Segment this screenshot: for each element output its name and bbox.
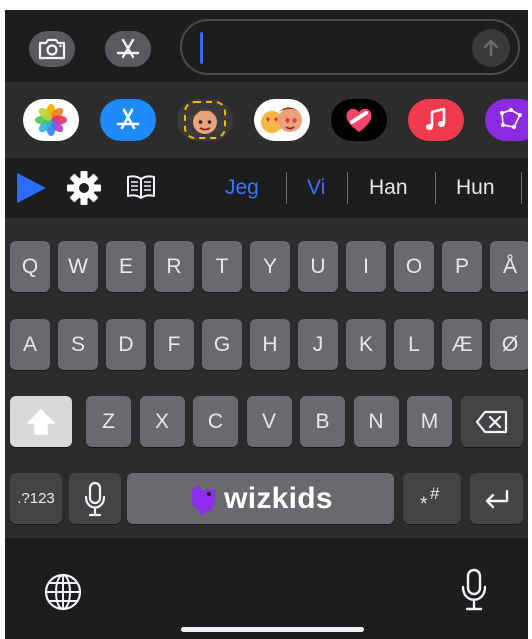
- key-æ[interactable]: Æ: [442, 319, 482, 370]
- key-c[interactable]: C: [193, 396, 238, 447]
- arrow-up-icon: [483, 39, 499, 57]
- key-x[interactable]: X: [139, 396, 185, 447]
- suggestion-hun[interactable]: Hun: [456, 176, 495, 200]
- key-k[interactable]: K: [346, 319, 386, 370]
- key-r[interactable]: R: [154, 241, 194, 292]
- key-s[interactable]: S: [58, 319, 98, 370]
- suggestion-vi[interactable]: Vi: [307, 176, 325, 200]
- key-p[interactable]: P: [442, 241, 482, 292]
- keyboard-toolbar: Jeg Vi Han Hun: [5, 158, 528, 218]
- key-a[interactable]: A: [10, 319, 50, 370]
- key-i[interactable]: I: [346, 241, 386, 292]
- camera-icon: [38, 38, 66, 60]
- key-ø[interactable]: Ø: [490, 319, 528, 370]
- dictation-button[interactable]: [459, 568, 489, 617]
- backspace-key[interactable]: [461, 396, 523, 447]
- keyboard-bottom-bar: [5, 538, 528, 639]
- microphone-icon: [84, 481, 106, 516]
- app-store-button[interactable]: [105, 31, 151, 67]
- wizkids-logo-icon: [192, 484, 216, 514]
- key-w[interactable]: W: [58, 241, 98, 292]
- gear-icon: [67, 171, 101, 205]
- memoji-stickers-app-icon[interactable]: [254, 99, 310, 141]
- photos-app-icon[interactable]: [23, 99, 79, 141]
- settings-button[interactable]: [65, 169, 103, 212]
- key-f[interactable]: F: [154, 319, 194, 370]
- key-q[interactable]: Q: [10, 241, 50, 292]
- key-z[interactable]: Z: [86, 396, 131, 447]
- message-compose-bar: [5, 10, 528, 82]
- suggestion-jeg[interactable]: Jeg: [225, 176, 259, 200]
- key-e[interactable]: E: [106, 241, 146, 292]
- key-u[interactable]: U: [298, 241, 338, 292]
- memoji-app-icon[interactable]: [177, 99, 233, 141]
- play-icon: [17, 173, 46, 203]
- send-button[interactable]: [472, 29, 510, 67]
- dictation-key[interactable]: [69, 473, 121, 524]
- key-h[interactable]: H: [250, 319, 290, 370]
- keyboard: QWERTYUIOPÅ ASDFGHJKLÆØ ZXCVBNM .?123 wi…: [5, 218, 528, 538]
- imessage-app-strip: [5, 82, 528, 158]
- key-v[interactable]: V: [246, 396, 292, 447]
- digital-touch-app-icon[interactable]: [331, 99, 387, 141]
- key-d[interactable]: D: [106, 319, 146, 370]
- key-y[interactable]: Y: [250, 241, 290, 292]
- backspace-icon: [475, 410, 508, 433]
- globe-icon: [44, 573, 82, 611]
- key-m[interactable]: M: [407, 396, 452, 447]
- ios-keyboard-screen: Jeg Vi Han Hun QWERTYUIOPÅ ASDFGHJKLÆØ Z…: [5, 10, 528, 639]
- globe-button[interactable]: [43, 572, 83, 617]
- hash-key[interactable]: # *: [403, 473, 461, 524]
- key-b[interactable]: B: [300, 396, 345, 447]
- suggestion-divider: [521, 172, 522, 204]
- app-store-icon: [116, 38, 140, 59]
- suggestion-han[interactable]: Han: [369, 176, 408, 200]
- camera-button[interactable]: [29, 31, 75, 67]
- key-g[interactable]: G: [202, 319, 242, 370]
- dictionary-button[interactable]: [126, 173, 156, 206]
- message-input[interactable]: [180, 19, 520, 75]
- key-å[interactable]: Å: [490, 241, 528, 292]
- key-n[interactable]: N: [353, 396, 399, 447]
- play-button[interactable]: [14, 171, 48, 210]
- microphone-icon: [461, 568, 487, 611]
- return-key[interactable]: [470, 473, 523, 524]
- shift-key[interactable]: [10, 396, 72, 447]
- key-l[interactable]: L: [394, 319, 434, 370]
- key-j[interactable]: J: [298, 319, 338, 370]
- space-key[interactable]: wizkids: [127, 473, 394, 524]
- shift-icon: [27, 408, 55, 435]
- home-indicator: [181, 627, 364, 632]
- music-app-icon[interactable]: [408, 99, 464, 141]
- space-key-brand: wizkids: [224, 481, 333, 515]
- constellation-app-icon[interactable]: [485, 99, 528, 141]
- app-store-app-icon[interactable]: [100, 99, 156, 141]
- suggestion-divider: [347, 172, 348, 204]
- book-icon: [127, 175, 155, 199]
- text-caret: [200, 32, 203, 64]
- key-o[interactable]: O: [394, 241, 434, 292]
- suggestion-divider: [286, 172, 287, 204]
- hash-key-glyph: # *: [420, 483, 440, 515]
- return-icon: [485, 489, 508, 508]
- key-t[interactable]: T: [202, 241, 242, 292]
- numbers-key[interactable]: .?123: [10, 473, 62, 524]
- suggestion-divider: [435, 172, 436, 204]
